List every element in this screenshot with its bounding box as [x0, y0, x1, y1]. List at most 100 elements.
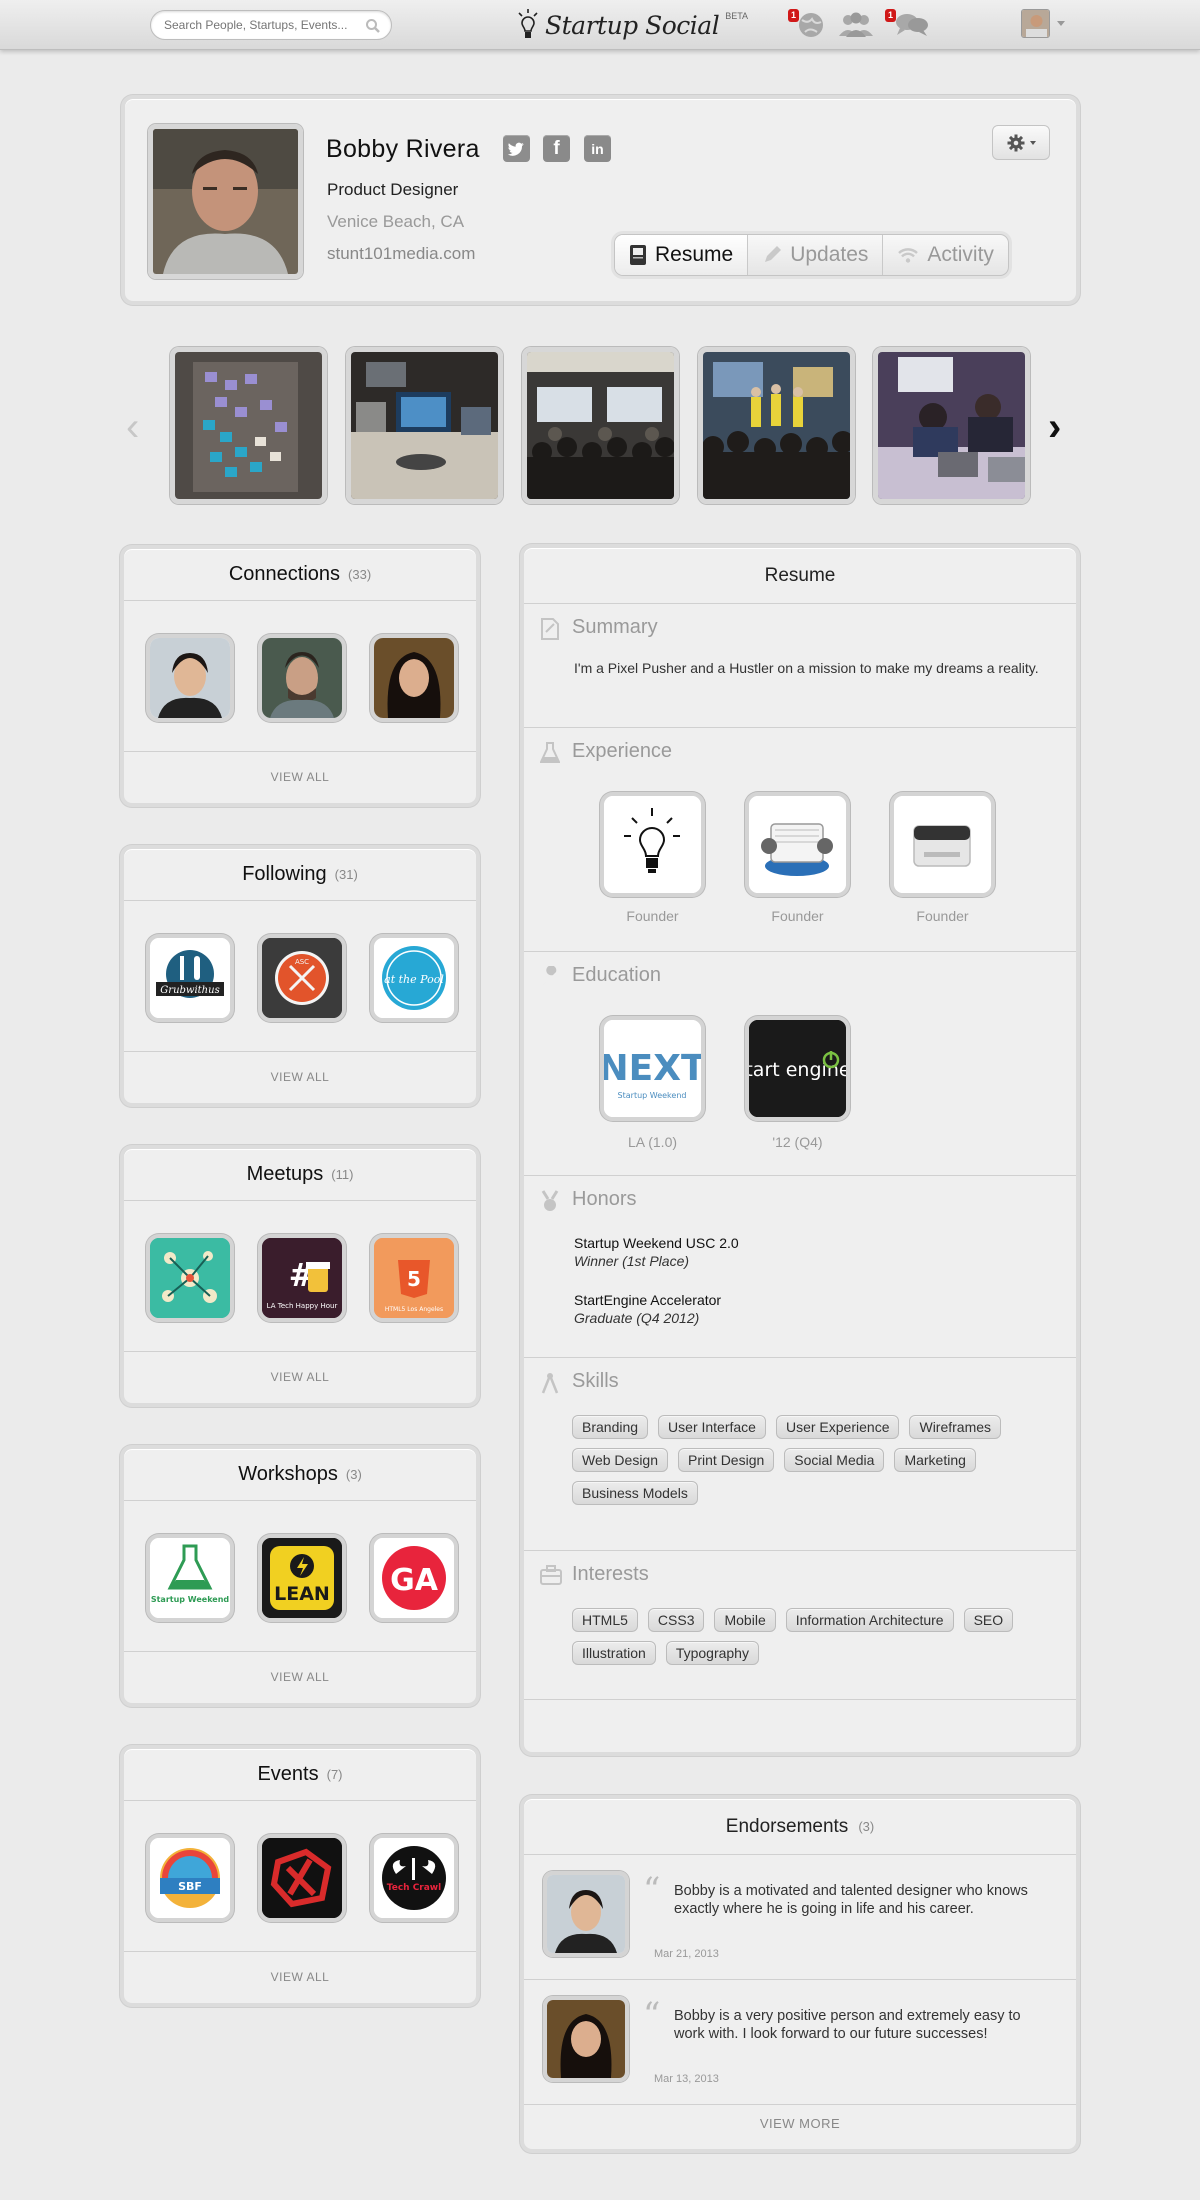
- skill-tag[interactable]: Branding: [572, 1415, 649, 1439]
- tab-resume[interactable]: Resume: [615, 235, 749, 275]
- search-input[interactable]: [164, 18, 361, 32]
- workshops-view-all[interactable]: VIEW ALL: [124, 1651, 476, 1701]
- events-header: Events (7): [124, 1749, 476, 1801]
- experience-company-logo[interactable]: [600, 792, 705, 897]
- tab-updates-label: Updates: [790, 243, 869, 266]
- beta-label: BETA: [725, 11, 749, 21]
- facebook-icon: f: [553, 137, 560, 159]
- profile-website-link[interactable]: stunt101media.com: [327, 244, 475, 264]
- education-section: Education NEXT Startup Weekend LA (1.0) s…: [524, 952, 1076, 1176]
- interests-section: Interests HTML5 CSS3 Mobile Information …: [524, 1551, 1076, 1700]
- connection-avatar[interactable]: [370, 634, 458, 722]
- connections-view-all[interactable]: VIEW ALL: [124, 751, 476, 801]
- experience-role-label: Founder: [916, 908, 969, 924]
- event-logo-sbf[interactable]: SBF: [146, 1834, 234, 1922]
- notifications-globe-button[interactable]: 1: [788, 9, 826, 45]
- next-logo-text: NEXT: [604, 1048, 701, 1089]
- following-logo-at-the-pool[interactable]: at the Pool: [370, 934, 458, 1022]
- following-view-all[interactable]: VIEW ALL: [124, 1051, 476, 1101]
- interest-tag[interactable]: CSS3: [647, 1608, 705, 1632]
- gallery-prev-arrow-icon[interactable]: ‹: [126, 405, 139, 450]
- workshop-logo-ga[interactable]: GA: [370, 1534, 458, 1622]
- resume-title: Resume: [524, 548, 1076, 604]
- linkedin-link[interactable]: in: [584, 135, 611, 162]
- endorser-avatar[interactable]: [543, 1996, 629, 2082]
- lightbulb-logo-icon: [518, 9, 538, 38]
- meetup-logo-html5-los-angeles[interactable]: 5 HTML5 Los Angeles: [370, 1234, 458, 1322]
- tab-updates[interactable]: Updates: [748, 235, 884, 275]
- skill-tag[interactable]: Print Design: [678, 1448, 775, 1472]
- experience-section: Experience Founder Founder Founder: [524, 728, 1076, 952]
- tab-activity-label: Activity: [927, 243, 994, 266]
- skill-tag[interactable]: Wireframes: [909, 1415, 1002, 1439]
- skill-tag[interactable]: User Experience: [775, 1415, 900, 1439]
- interest-tag[interactable]: SEO: [963, 1608, 1014, 1632]
- skills-section: Skills Branding User Interface User Expe…: [524, 1358, 1076, 1551]
- skill-tag[interactable]: Web Design: [572, 1448, 669, 1472]
- gallery-photo[interactable]: [346, 347, 503, 504]
- interest-tag[interactable]: Mobile: [714, 1608, 776, 1632]
- following-logo-grubwithus[interactable]: Grubwithus: [146, 934, 234, 1022]
- facebook-link[interactable]: f: [543, 135, 570, 162]
- gallery-photo[interactable]: [873, 347, 1030, 504]
- briefcase-icon: [540, 1565, 562, 1585]
- experience-role-label: Founder: [771, 908, 824, 924]
- people-button[interactable]: [836, 10, 876, 45]
- skill-tag[interactable]: Marketing: [894, 1448, 976, 1472]
- wifi-signal-icon: [898, 248, 919, 263]
- experience-company-logo[interactable]: [745, 792, 850, 897]
- interest-tag[interactable]: Typography: [665, 1641, 759, 1665]
- settings-dropdown-button[interactable]: [992, 125, 1050, 160]
- twitter-link[interactable]: [503, 135, 530, 162]
- site-logo[interactable]: Startup Social BETA: [517, 6, 748, 44]
- honor-subtitle: Winner (1st Place): [574, 1253, 690, 1269]
- education-label: LA (1.0): [627, 1134, 678, 1150]
- education-logo-next[interactable]: NEXT Startup Weekend: [600, 1016, 705, 1121]
- messages-button[interactable]: 1: [885, 9, 931, 45]
- interest-tag[interactable]: Information Architecture: [785, 1608, 954, 1632]
- education-logo-start-engine[interactable]: start engine: [745, 1016, 850, 1121]
- following-header: Following (31): [124, 849, 476, 901]
- endorser-avatar[interactable]: [543, 1871, 629, 1957]
- connection-avatar[interactable]: [258, 634, 346, 722]
- gallery-photo[interactable]: [698, 347, 855, 504]
- events-view-all[interactable]: VIEW ALL: [124, 1951, 476, 2001]
- following-card: Following (31) Grubwithus ASC at the Poo…: [120, 845, 480, 1107]
- avatar-dropdown-caret-icon[interactable]: [1057, 21, 1065, 26]
- gallery-next-arrow-icon[interactable]: ›: [1048, 405, 1061, 450]
- meetup-logo-la-tech-happy-hour[interactable]: # LA Tech Happy Hour: [258, 1234, 346, 1322]
- workshops-card: Workshops (3) Startup Weekend LEAN GA VI…: [120, 1445, 480, 1707]
- tab-activity[interactable]: Activity: [883, 235, 1008, 275]
- meetups-title: Meetups: [246, 1163, 324, 1185]
- gallery-photo[interactable]: [522, 347, 679, 504]
- meetups-view-all[interactable]: VIEW ALL: [124, 1351, 476, 1401]
- messages-notification-badge: 1: [885, 9, 897, 22]
- interest-tag[interactable]: Illustration: [572, 1641, 656, 1665]
- workshops-header: Workshops (3): [124, 1449, 476, 1501]
- search-box[interactable]: [150, 10, 392, 40]
- twitter-icon: [508, 142, 524, 156]
- workshop-logo-startup-weekend[interactable]: Startup Weekend: [146, 1534, 234, 1622]
- user-avatar-menu[interactable]: [1021, 9, 1050, 38]
- events-count: (7): [326, 1767, 343, 1782]
- skill-tag[interactable]: Social Media: [784, 1448, 885, 1472]
- summary-text: I'm a Pixel Pusher and a Hustler on a mi…: [574, 660, 1039, 676]
- skill-tag[interactable]: Business Models: [572, 1481, 698, 1505]
- connection-avatar[interactable]: [146, 634, 234, 722]
- skill-tag[interactable]: User Interface: [658, 1415, 766, 1439]
- resume-book-icon: [630, 245, 646, 265]
- experience-company-logo[interactable]: [890, 792, 995, 897]
- search-icon[interactable]: [365, 18, 381, 34]
- gallery-photo[interactable]: [170, 347, 327, 504]
- endorsements-title: Endorsements: [725, 1815, 849, 1837]
- event-logo-tech-crawl[interactable]: Tech Crawl: [370, 1834, 458, 1922]
- endorsements-view-more[interactable]: VIEW MORE: [524, 2097, 1076, 2149]
- following-logo-asc[interactable]: ASC: [258, 934, 346, 1022]
- skills-heading: Skills: [572, 1370, 619, 1392]
- quote-icon: “: [643, 1870, 661, 1910]
- workshop-logo-lean[interactable]: LEAN: [258, 1534, 346, 1622]
- event-logo[interactable]: [258, 1834, 346, 1922]
- experience-heading: Experience: [572, 740, 673, 762]
- interest-tag[interactable]: HTML5: [572, 1608, 638, 1632]
- meetup-logo[interactable]: [146, 1234, 234, 1322]
